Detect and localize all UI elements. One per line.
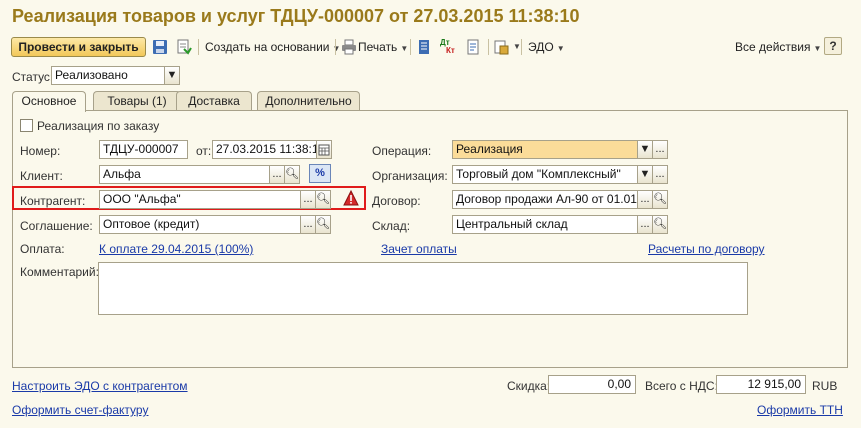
search-icon: 🔍︎: [316, 218, 330, 230]
chevron-down-icon: ▼: [639, 168, 651, 180]
warehouse-search-button[interactable]: 🔍︎: [652, 215, 668, 234]
percent-icon: %: [315, 167, 325, 179]
toolbar-separator: [335, 39, 336, 55]
contract-label: Договор:: [372, 194, 421, 208]
total-field: 12 915,00: [716, 375, 806, 394]
payment-offset-link[interactable]: Зачет оплаты: [381, 242, 457, 256]
create-based-on-menu[interactable]: Создать на основании ▼: [205, 40, 340, 54]
print-menu[interactable]: Печать ▼: [358, 40, 408, 54]
organization-dropdown-button[interactable]: ▼: [637, 165, 653, 184]
client-select-button[interactable]: ...: [269, 165, 285, 184]
ttn-create-link[interactable]: Оформить ТТН: [757, 403, 843, 417]
toolbar-separator: [521, 39, 522, 55]
counterparty-label: Контрагент:: [20, 194, 86, 208]
chevron-down-icon: ▼: [639, 143, 651, 155]
date-label: от:: [196, 144, 212, 158]
chevron-down-icon: ▼: [166, 69, 178, 81]
comment-label: Комментарий:: [20, 265, 99, 279]
tab-bar: Основное Товары (1) Доставка Дополнитель…: [12, 91, 848, 112]
operation-dropdown-button[interactable]: ▼: [637, 140, 653, 159]
operation-label: Операция:: [372, 144, 432, 158]
warning-triangle-icon[interactable]: [343, 190, 359, 206]
discount-label: Скидка:: [507, 379, 551, 393]
calendar-icon: [318, 144, 330, 156]
dt-kt-icon[interactable]: Дт Кт: [440, 39, 456, 55]
payment-label: Оплата:: [20, 242, 65, 256]
attach-file-icon[interactable]: [493, 39, 509, 55]
search-icon: 🔍︎: [285, 168, 299, 180]
number-label: Номер:: [20, 144, 61, 158]
chevron-down-icon: ▼: [556, 44, 565, 53]
operation-select-button[interactable]: ...: [652, 140, 668, 159]
client-field[interactable]: Альфа: [99, 165, 270, 184]
post-and-close-button[interactable]: Провести и закрыть: [11, 37, 146, 57]
search-icon: 🔍︎: [316, 193, 330, 205]
number-field[interactable]: ТДЦУ-000007: [99, 140, 188, 159]
contract-select-button[interactable]: ...: [637, 190, 653, 209]
help-button[interactable]: ?: [824, 37, 842, 55]
document-icon[interactable]: [465, 39, 481, 55]
search-icon: 🔍︎: [653, 193, 667, 205]
print-label: Печать: [358, 40, 398, 54]
toolbar-separator: [198, 39, 199, 55]
tab-main[interactable]: Основное: [12, 91, 86, 112]
all-actions-label: Все действия: [735, 40, 811, 54]
counterparty-search-button[interactable]: 🔍︎: [315, 190, 331, 209]
edo-label: ЭДО: [528, 40, 554, 54]
status-dropdown-button[interactable]: ▼: [164, 66, 180, 85]
counterparty-field[interactable]: ООО "Альфа": [99, 190, 301, 209]
all-actions-menu[interactable]: Все действия ▼: [735, 40, 821, 54]
edo-setup-link[interactable]: Настроить ЭДО с контрагентом: [12, 379, 188, 393]
warehouse-select-button[interactable]: ...: [637, 215, 653, 234]
total-label: Всего с НДС:: [645, 379, 718, 393]
toolbar: Провести и закрыть Создать на основании ▼…: [0, 36, 861, 58]
discount-field: 0,00: [548, 375, 636, 394]
contract-search-button[interactable]: 🔍︎: [652, 190, 668, 209]
document-post-icon[interactable]: [176, 39, 192, 55]
list-report-icon[interactable]: [416, 39, 432, 55]
search-icon: 🔍︎: [653, 218, 667, 230]
client-label: Клиент:: [20, 169, 63, 183]
organization-field[interactable]: Торговый дом "Комплексный": [452, 165, 638, 184]
currency-label: RUB: [812, 379, 838, 393]
chevron-down-icon: ▼: [813, 44, 822, 53]
create-based-on-label: Создать на основании: [205, 40, 330, 54]
edo-menu[interactable]: ЭДО ▼: [528, 40, 565, 54]
operation-select[interactable]: Реализация: [452, 140, 638, 159]
date-field[interactable]: 27.03.2015 11:38:10: [212, 140, 317, 159]
agreement-search-button[interactable]: 🔍︎: [315, 215, 331, 234]
by-order-checkbox[interactable]: [20, 119, 33, 132]
comment-textarea[interactable]: [98, 262, 748, 315]
agreement-field[interactable]: Оптовое (кредит): [99, 215, 301, 234]
tab-additional[interactable]: Дополнительно: [257, 91, 360, 111]
organization-label: Организация:: [372, 169, 448, 183]
contract-settlements-link[interactable]: Расчеты по договору: [648, 242, 765, 256]
discount-card-button[interactable]: %: [309, 164, 331, 183]
toolbar-separator: [410, 39, 411, 55]
status-select[interactable]: Реализовано: [51, 66, 165, 85]
status-label: Статус:: [12, 70, 54, 84]
warehouse-field[interactable]: Центральный склад: [452, 215, 638, 234]
page-title: Реализация товаров и услуг ТДЦУ-000007 о…: [12, 6, 580, 26]
tab-goods[interactable]: Товары (1): [93, 91, 181, 111]
by-order-label: Реализация по заказу: [37, 119, 160, 133]
floppy-disk-icon[interactable]: [152, 39, 168, 55]
contract-field[interactable]: Договор продажи Ал-90 от 01.01.20: [452, 190, 638, 209]
tab-delivery[interactable]: Доставка: [176, 91, 252, 111]
warehouse-label: Склад:: [372, 219, 411, 233]
chevron-down-icon: ▼: [400, 44, 409, 53]
client-search-button[interactable]: 🔍︎: [284, 165, 300, 184]
toolbar-separator: [488, 39, 489, 55]
agreement-label: Соглашение:: [20, 219, 93, 233]
payment-link[interactable]: К оплате 29.04.2015 (100%): [99, 242, 253, 256]
chevron-down-icon: ▼: [332, 44, 341, 53]
calendar-button[interactable]: [316, 140, 332, 159]
counterparty-select-button[interactable]: ...: [300, 190, 316, 209]
organization-select-button[interactable]: ...: [652, 165, 668, 184]
invoice-create-link[interactable]: Оформить счет-фактуру: [12, 403, 148, 417]
chevron-down-icon[interactable]: ▼: [513, 42, 521, 51]
printer-icon[interactable]: [341, 39, 357, 55]
dt-kt-bottom-label: Кт: [446, 46, 455, 55]
agreement-select-button[interactable]: ...: [300, 215, 316, 234]
